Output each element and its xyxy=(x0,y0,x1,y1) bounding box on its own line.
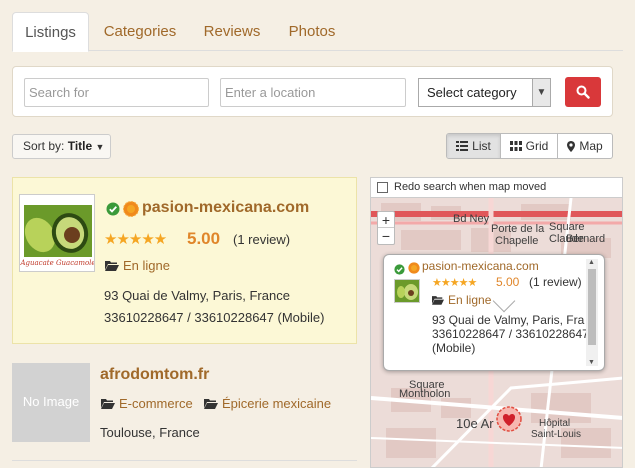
zoom-out-button[interactable]: − xyxy=(378,228,394,244)
view-map-label: Map xyxy=(579,139,603,153)
no-image-text: No Image xyxy=(22,394,80,409)
category-select-value: Select category xyxy=(427,85,517,100)
popup-address: 93 Quai de Valmy, Paris, Fra xyxy=(432,313,585,327)
tab-reviews[interactable]: Reviews xyxy=(192,12,272,51)
scroll-down-icon[interactable]: ▼ xyxy=(588,359,595,366)
listing-phone: 33610228647 / 33610228647 (Mobile) xyxy=(104,310,325,325)
map-street-label: Porte de la xyxy=(491,223,545,235)
popup-scrollbar[interactable]: ▲ ▼ xyxy=(586,259,598,366)
popup-thumbnail[interactable] xyxy=(394,279,420,303)
view-list-button[interactable]: List xyxy=(447,134,501,158)
redo-search-label: Redo search when map moved xyxy=(394,181,547,193)
map-street-label: Montholon xyxy=(399,388,451,400)
category-label: E-commerce xyxy=(119,396,193,411)
folder-open-icon xyxy=(105,261,119,271)
tab-listings[interactable]: Listings xyxy=(12,12,89,52)
folder-open-icon xyxy=(101,399,115,409)
listing-title-link[interactable]: afrodomtom.fr xyxy=(100,366,209,384)
map-panel[interactable]: Redo search when map moved + − Bd Ney Po… xyxy=(370,177,623,468)
review-count[interactable]: (1 review) xyxy=(233,232,290,247)
sort-dropdown[interactable]: Sort by: Title ▼ xyxy=(12,134,111,159)
avocado-image xyxy=(397,284,418,300)
search-icon xyxy=(576,85,590,99)
redo-search-bar: Redo search when map moved xyxy=(371,178,622,198)
map-street-label: Bernard xyxy=(566,233,606,245)
view-grid-button[interactable]: Grid xyxy=(501,134,558,158)
search-button[interactable] xyxy=(565,77,601,107)
scroll-up-icon[interactable]: ▲ xyxy=(588,259,595,266)
view-mode-group: List Grid Map xyxy=(446,133,613,159)
popup-rating-stars: ★★★★★ xyxy=(432,277,477,289)
map-marker-icon[interactable] xyxy=(496,406,522,432)
rating-value: 5.00 xyxy=(187,229,221,248)
popup-category-label: En ligne xyxy=(448,293,492,307)
view-list-label: List xyxy=(472,139,491,153)
listing-card: No Image afrodomtom.fr E-commerce Épicer… xyxy=(12,359,357,461)
list-icon xyxy=(456,141,469,151)
category-link[interactable]: E-commerce xyxy=(101,396,193,411)
category-label: En ligne xyxy=(123,258,170,273)
listing-title-link[interactable]: pasion-mexicana.com xyxy=(142,199,309,217)
map-poi-label: Saint-Louis xyxy=(531,429,582,440)
location-input[interactable] xyxy=(220,78,406,107)
search-panel: Select category ▼ xyxy=(12,66,613,117)
rating-stars: ★★★★★ xyxy=(104,231,167,248)
zoom-in-button[interactable]: + xyxy=(378,212,394,228)
map-district-label: 10e Ar xyxy=(456,416,494,431)
popup-rating-value: 5.00 xyxy=(496,275,520,289)
verified-icon xyxy=(106,202,120,221)
category-select[interactable]: Select category ▼ xyxy=(418,78,551,107)
listing-address: Toulouse, France xyxy=(100,425,200,440)
map-street-label: Chapelle xyxy=(495,235,539,247)
grid-icon xyxy=(509,141,522,151)
featured-badge-icon xyxy=(408,261,420,279)
featured-badge-icon xyxy=(123,201,139,222)
listing-thumbnail-placeholder[interactable]: No Image xyxy=(12,363,90,442)
redo-search-checkbox[interactable] xyxy=(377,182,388,193)
listing-card: Aguacate Guacamole pasion-mexicana.com ★… xyxy=(12,177,357,344)
sort-value: Title xyxy=(67,139,93,153)
popup-phone: 33610228647 / 33610228647 xyxy=(432,327,586,341)
map-street-label: Bd Ney xyxy=(453,213,490,225)
category-link[interactable]: Épicerie mexicaine xyxy=(204,396,331,411)
category-label: Épicerie mexicaine xyxy=(222,396,332,411)
view-grid-label: Grid xyxy=(525,139,549,153)
search-input[interactable] xyxy=(24,78,209,107)
tab-photos[interactable]: Photos xyxy=(277,12,347,51)
folder-open-icon xyxy=(204,399,218,409)
category-link[interactable]: En ligne xyxy=(105,258,170,273)
caret-down-icon: ▼ xyxy=(95,142,105,152)
popup-scrollbar-thumb[interactable] xyxy=(588,269,596,345)
map-info-popup: pasion-mexicana.com ★★★★★ 5.00 (1 review… xyxy=(383,254,605,371)
view-map-button[interactable]: Map xyxy=(558,134,612,158)
chevron-down-icon: ▼ xyxy=(532,79,550,106)
popup-category-link[interactable]: En ligne xyxy=(432,293,491,307)
thumbnail-caption: Aguacate Guacamole xyxy=(20,259,95,267)
popup-review-count[interactable]: (1 review) xyxy=(529,275,582,289)
map-zoom-control: + − xyxy=(377,211,395,245)
verified-icon xyxy=(394,262,405,280)
tab-bar: Listings Categories Reviews Photos xyxy=(12,12,623,52)
sort-prefix: Sort by: xyxy=(23,139,65,153)
tab-categories[interactable]: Categories xyxy=(92,12,188,51)
map-marker-icon xyxy=(567,140,576,152)
listing-address: 93 Quai de Valmy, Paris, France xyxy=(104,288,290,303)
map-poi-label: Hôpital xyxy=(539,418,571,429)
popup-phone-suffix: (Mobile) xyxy=(432,341,476,355)
listing-thumbnail[interactable]: Aguacate Guacamole xyxy=(19,194,95,272)
folder-open-icon xyxy=(432,296,444,305)
popup-title-link[interactable]: pasion-mexicana.com xyxy=(422,259,539,273)
